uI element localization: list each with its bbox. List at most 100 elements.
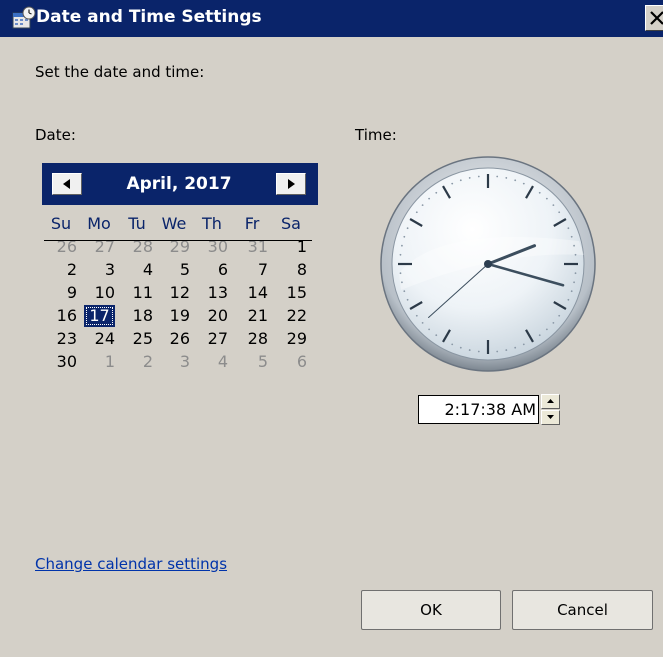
minute-tick <box>545 197 548 200</box>
minute-tick <box>401 244 403 247</box>
minute-tick <box>570 290 573 293</box>
calendar-day[interactable]: 27 <box>197 329 228 349</box>
minute-tick <box>567 298 570 301</box>
minute-tick <box>428 197 431 200</box>
instruction-text: Set the date and time: <box>35 63 205 81</box>
calendar-day[interactable]: 8 <box>276 260 307 280</box>
calendar-day[interactable]: 15 <box>276 283 307 303</box>
month-year-label[interactable]: April, 2017 <box>82 174 276 194</box>
minute-tick <box>522 343 525 346</box>
spin-up-button[interactable] <box>541 394 560 409</box>
calendar-day[interactable]: 21 <box>237 306 268 326</box>
calendar-day[interactable]: 18 <box>122 306 153 326</box>
calendar-day[interactable]: 2 <box>122 352 153 372</box>
calendar-day[interactable]: 16 <box>46 306 77 326</box>
calendar-week-row: 30 1 2 3 4 5 6 <box>42 350 318 373</box>
weekday-header: Mo <box>87 214 111 233</box>
weekday-header: Fr <box>244 214 260 233</box>
minute-tick <box>459 179 462 182</box>
minute-tick <box>401 281 403 284</box>
calendar-day[interactable]: 3 <box>159 352 190 372</box>
calendar-week-row: 26 27 28 29 30 31 1 <box>42 235 318 258</box>
minute-tick <box>496 350 499 353</box>
cancel-button[interactable]: Cancel <box>512 590 653 630</box>
caret-down-icon <box>547 415 554 419</box>
minute-tick <box>514 179 517 182</box>
caret-up-icon <box>547 399 554 403</box>
minute-tick <box>558 314 561 317</box>
calendar-day[interactable]: 25 <box>122 329 153 349</box>
calendar-day[interactable]: 5 <box>237 352 268 372</box>
weekday-header: Su <box>50 214 72 233</box>
calendar-day-selected[interactable]: 17 <box>84 305 115 327</box>
calendar-day[interactable]: 9 <box>46 283 77 303</box>
minute-tick <box>538 334 541 337</box>
time-input[interactable]: 2:17:38 AM <box>418 395 539 424</box>
minute-tick <box>415 314 418 317</box>
ok-button[interactable]: OK <box>361 590 501 630</box>
calendar-day[interactable]: 1 <box>84 352 115 372</box>
minute-tick <box>574 272 577 275</box>
minute-tick <box>477 350 480 353</box>
minute-tick <box>399 272 402 275</box>
calendar-grid: Su Mo Tu We Th Fr Sa 26 27 28 29 30 31 1 2 3 4 5 6 7 8 9 10 11… <box>42 212 318 373</box>
minute-tick <box>403 290 406 293</box>
calendar-day[interactable]: 22 <box>276 306 307 326</box>
minute-tick <box>558 211 561 214</box>
clock-center <box>484 260 492 268</box>
calendar-week-row: 2345678 <box>42 258 318 281</box>
minute-tick <box>468 177 471 179</box>
change-calendar-settings-link[interactable]: Change calendar settings <box>35 555 227 573</box>
calendar-week-row: 9 10 11 12 13 14 15 <box>42 281 318 304</box>
calendar-day[interactable]: 24 <box>84 329 115 349</box>
minute-tick <box>428 328 431 331</box>
weekday-header: We <box>161 214 187 233</box>
calendar-clock-icon <box>12 6 36 29</box>
calendar-day[interactable]: 28 <box>237 329 268 349</box>
calendar-day[interactable]: 13 <box>197 283 228 303</box>
minute-tick <box>552 204 555 207</box>
calendar-header: April, 2017 <box>42 163 318 205</box>
minute-tick <box>496 175 499 178</box>
calendar-day[interactable]: 10 <box>84 283 115 303</box>
calendar-day[interactable]: 19 <box>159 306 190 326</box>
minute-tick <box>552 321 555 324</box>
calendar-day[interactable]: 6 <box>197 260 228 280</box>
calendar-day[interactable]: 4 <box>122 260 153 280</box>
calendar-day[interactable]: 23 <box>46 329 77 349</box>
calendar-day[interactable]: 11 <box>122 283 153 303</box>
minute-tick <box>567 227 570 230</box>
triangle-left-icon <box>63 179 70 189</box>
date-label: Date: <box>35 126 76 144</box>
calendar-day[interactable]: 30 <box>46 352 77 372</box>
close-button[interactable] <box>645 5 663 31</box>
spin-down-button[interactable] <box>541 410 560 425</box>
minute-tick <box>415 211 418 214</box>
minute-tick <box>468 349 471 351</box>
calendar-day[interactable]: 2 <box>46 260 77 280</box>
minute-tick <box>545 328 548 331</box>
minute-tick <box>574 253 577 256</box>
analog-clock <box>380 156 596 372</box>
calendar-day[interactable]: 3 <box>84 260 115 280</box>
minute-tick <box>505 177 508 179</box>
calendar-day[interactable]: 26 <box>159 329 190 349</box>
calendar-day[interactable]: 6 <box>276 352 307 372</box>
calendar-day[interactable]: 7 <box>237 260 268 280</box>
time-label: Time: <box>355 126 397 144</box>
time-spinner[interactable] <box>541 394 560 425</box>
calendar-day[interactable]: 4 <box>197 352 228 372</box>
previous-month-button[interactable] <box>52 173 82 195</box>
calendar-day[interactable]: 5 <box>159 260 190 280</box>
triangle-right-icon <box>288 179 295 189</box>
calendar-day[interactable]: 14 <box>237 283 268 303</box>
minute-tick <box>421 204 424 207</box>
minute-tick <box>406 227 409 230</box>
calendar-day[interactable]: 29 <box>276 329 307 349</box>
next-month-button[interactable] <box>276 173 306 195</box>
calendar-day[interactable]: 12 <box>159 283 190 303</box>
title-bar: Date and Time Settings <box>0 0 663 37</box>
minute-tick <box>403 235 406 238</box>
calendar-day[interactable]: 20 <box>197 306 228 326</box>
close-icon <box>650 11 663 25</box>
